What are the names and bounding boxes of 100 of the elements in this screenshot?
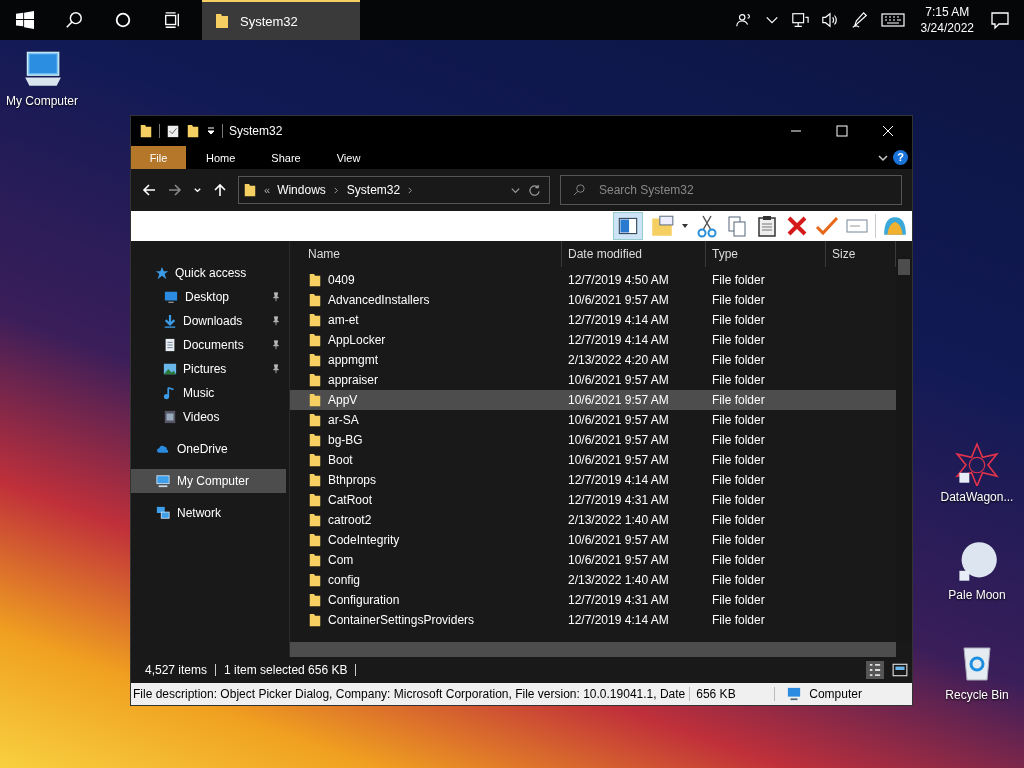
file-type: File folder	[711, 453, 766, 467]
file-name: CodeIntegrity	[328, 533, 400, 547]
up-arrow-icon[interactable]	[212, 182, 228, 198]
search-field[interactable]: Search System32	[560, 175, 902, 205]
file-row[interactable]: Configuration 12/7/2019 4:31 AM File folder	[290, 590, 898, 610]
nav-item[interactable]: Videos	[131, 405, 289, 429]
file-type: File folder	[711, 573, 766, 587]
file-row[interactable]: AdvancedInstallers 10/6/2021 9:57 AM File folder	[290, 290, 898, 310]
file-name: ar-SA	[328, 413, 359, 427]
pin-icon[interactable]	[271, 292, 281, 302]
file-name: 0409	[328, 273, 355, 287]
people-icon[interactable]	[734, 11, 753, 29]
details-view-icon[interactable]	[866, 661, 884, 679]
ribbon-tab[interactable]: Share	[255, 146, 317, 169]
date-modified: 10/6/2021 9:57 AM	[567, 393, 670, 407]
column-header[interactable]: Name	[290, 241, 562, 267]
file-name: appraiser	[328, 373, 379, 387]
desktop-icon-label[interactable]: Recycle Bin	[945, 688, 1009, 702]
file-row[interactable]: 0409 12/7/2019 4:50 AM File folder	[290, 270, 898, 290]
folder-icon[interactable]	[186, 123, 200, 139]
desktop-icon-label[interactable]: My Computer	[6, 94, 78, 108]
checkbox-icon[interactable]	[166, 123, 180, 139]
file-row[interactable]: CodeIntegrity 10/6/2021 9:57 AM File folder	[290, 530, 898, 550]
chevron-down-icon[interactable]	[193, 185, 202, 195]
nav-item[interactable]: Quick access	[131, 261, 289, 285]
file-row[interactable]: Bthprops 12/7/2019 4:14 AM File folder	[290, 470, 898, 490]
start-icon[interactable]	[16, 11, 34, 29]
volume-icon[interactable]	[820, 11, 839, 29]
desktop-icon-label[interactable]: Pale Moon	[948, 588, 1006, 602]
breadcrumb[interactable]: System32	[346, 183, 401, 197]
clock-date[interactable]: 3/24/2022	[920, 20, 974, 36]
network-icon[interactable]	[790, 11, 809, 29]
file-row[interactable]: Com 10/6/2021 9:57 AM File folder	[290, 550, 898, 570]
pen-icon[interactable]	[850, 11, 869, 29]
file-row[interactable]: config 2/13/2022 1:40 AM File folder	[290, 570, 898, 590]
task-view-icon[interactable]	[163, 11, 181, 29]
clock-time[interactable]: 7:15 AM	[925, 4, 970, 20]
file-row[interactable]: AppV 10/6/2021 9:57 AM File folder	[290, 390, 898, 410]
nav-item[interactable]: My Computer	[131, 469, 286, 493]
pin-icon[interactable]	[271, 316, 281, 326]
date-modified: 12/7/2019 4:14 AM	[567, 473, 670, 487]
window-title: System32	[229, 124, 283, 138]
pin-icon[interactable]	[271, 364, 281, 374]
taskbar-window-button[interactable]: System32	[202, 0, 360, 40]
column-header[interactable]: Date modified	[562, 241, 706, 267]
nav-item[interactable]: Downloads	[131, 309, 289, 333]
nav-item[interactable]: OneDrive	[131, 437, 289, 461]
file-type: File folder	[711, 593, 766, 607]
dropdown-icon[interactable]	[681, 222, 689, 230]
nav-item[interactable]: Music	[131, 381, 289, 405]
clipboard-icon[interactable]	[755, 213, 779, 239]
file-row[interactable]: CatRoot 12/7/2019 4:31 AM File folder	[290, 490, 898, 510]
file-row[interactable]: am-et 12/7/2019 4:14 AM File folder	[290, 310, 898, 330]
file-row[interactable]: ar-SA 10/6/2021 9:57 AM File folder	[290, 410, 898, 430]
file-row[interactable]: appraiser 10/6/2021 9:57 AM File folder	[290, 370, 898, 390]
date-modified: 12/7/2019 4:31 AM	[567, 493, 670, 507]
overflow-chevrons[interactable]: «	[264, 184, 271, 196]
dropdown-icon[interactable]	[206, 126, 216, 136]
pin-icon[interactable]	[271, 340, 281, 350]
star-pattern-icon[interactable]	[954, 442, 1000, 486]
keyboard-icon[interactable]	[880, 12, 905, 28]
chevron-right-icon[interactable]	[407, 186, 415, 194]
folder-properties-icon[interactable]	[649, 213, 675, 239]
scissors-icon[interactable]	[695, 213, 719, 239]
file-type: File folder	[711, 353, 766, 367]
file-type: File folder	[711, 413, 766, 427]
file-row[interactable]: bg-BG 10/6/2021 9:57 AM File folder	[290, 430, 898, 450]
nav-item[interactable]: Desktop	[131, 285, 289, 309]
desktop-icon-label[interactable]: DataWagon...	[940, 490, 1014, 504]
nav-item[interactable]: Network	[131, 501, 289, 525]
nav-item[interactable]: Documents	[131, 333, 289, 357]
notification-icon[interactable]	[990, 10, 1010, 30]
refresh-icon[interactable]	[528, 183, 541, 197]
forward-arrow-icon[interactable]	[167, 182, 183, 198]
ribbon-tab[interactable]: View	[320, 146, 377, 169]
search-icon[interactable]	[65, 11, 83, 29]
file-row[interactable]: catroot2 2/13/2022 1:40 AM File folder	[290, 510, 898, 530]
address-bar[interactable]: « Windows System32	[238, 176, 550, 204]
file-row[interactable]: appmgmt 2/13/2022 4:20 AM File folder	[290, 350, 898, 370]
horizontal-scrollbar[interactable]	[290, 642, 896, 657]
file-name: AdvancedInstallers	[328, 293, 430, 307]
file-row[interactable]: ContainerSettingsProviders 12/7/2019 4:14 AM File folder	[290, 610, 898, 630]
folder-icon[interactable]	[139, 123, 153, 139]
help-button[interactable]: ?	[893, 150, 908, 165]
close-icon[interactable]	[882, 125, 894, 137]
nav-item[interactable]: Pictures	[131, 357, 289, 381]
maximize-icon[interactable]	[836, 125, 848, 137]
folder-icon	[308, 392, 322, 408]
large-icons-view-icon[interactable]	[892, 662, 908, 678]
column-header[interactable]: Type	[706, 241, 826, 267]
ribbon-tab[interactable]: Home	[190, 146, 252, 169]
file-row[interactable]: AppLocker 12/7/2019 4:14 AM File folder	[290, 330, 898, 350]
preview-pane-icon[interactable]	[613, 212, 643, 240]
file-row[interactable]: Boot 10/6/2021 9:57 AM File folder	[290, 450, 898, 470]
back-arrow-icon[interactable]	[141, 182, 157, 198]
breadcrumb[interactable]: Windows	[277, 183, 326, 197]
cortana-circle-icon[interactable]	[114, 11, 132, 29]
file-name: bg-BG	[328, 433, 363, 447]
chevron-right-icon[interactable]	[332, 186, 340, 194]
file-type: File folder	[711, 473, 766, 487]
